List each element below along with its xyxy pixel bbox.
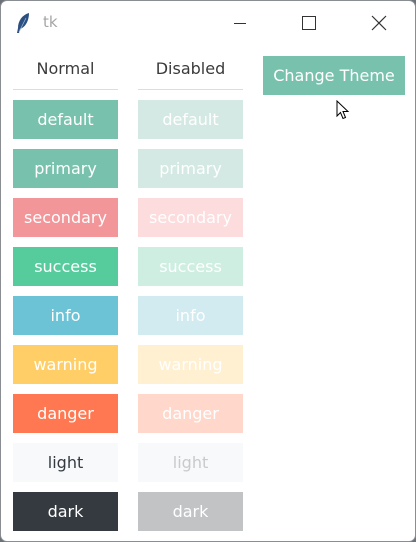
close-icon [371, 15, 387, 31]
success-disabled-button: success [138, 247, 243, 286]
normal-header-separator [13, 89, 118, 90]
info-disabled-button: info [138, 296, 243, 335]
disabled-header-separator [138, 89, 243, 90]
minimize-icon [234, 23, 246, 24]
warning-disabled-button: warning [138, 345, 243, 384]
danger-disabled-button: danger [138, 394, 243, 433]
window-title: tk [43, 13, 58, 31]
minimize-button[interactable] [217, 1, 263, 45]
mouse-cursor-icon [336, 100, 350, 120]
disabled-column-header: Disabled [155, 59, 226, 78]
secondary-disabled-button: secondary [138, 198, 243, 237]
warning-button[interactable]: warning [13, 345, 118, 384]
feather-icon [17, 13, 29, 33]
maximize-icon [302, 16, 316, 30]
light-disabled-button: light [138, 443, 243, 482]
default-disabled-button: default [138, 100, 243, 139]
success-button[interactable]: success [13, 247, 118, 286]
normal-column-header: Normal [36, 59, 95, 78]
primary-button[interactable]: primary [13, 149, 118, 188]
info-button[interactable]: info [13, 296, 118, 335]
secondary-button[interactable]: secondary [13, 198, 118, 237]
light-button[interactable]: light [13, 443, 118, 482]
title-bar[interactable]: tk [1, 1, 415, 45]
primary-disabled-button: primary [138, 149, 243, 188]
dark-button[interactable]: dark [13, 492, 118, 531]
change-theme-button[interactable]: Change Theme [263, 56, 405, 95]
app-window: tk Normal Disabled default primary seconda… [0, 0, 416, 542]
dark-disabled-button: dark [138, 492, 243, 531]
maximize-button[interactable] [286, 1, 332, 45]
danger-button[interactable]: danger [13, 394, 118, 433]
close-button[interactable] [356, 1, 402, 45]
default-button[interactable]: default [13, 100, 118, 139]
